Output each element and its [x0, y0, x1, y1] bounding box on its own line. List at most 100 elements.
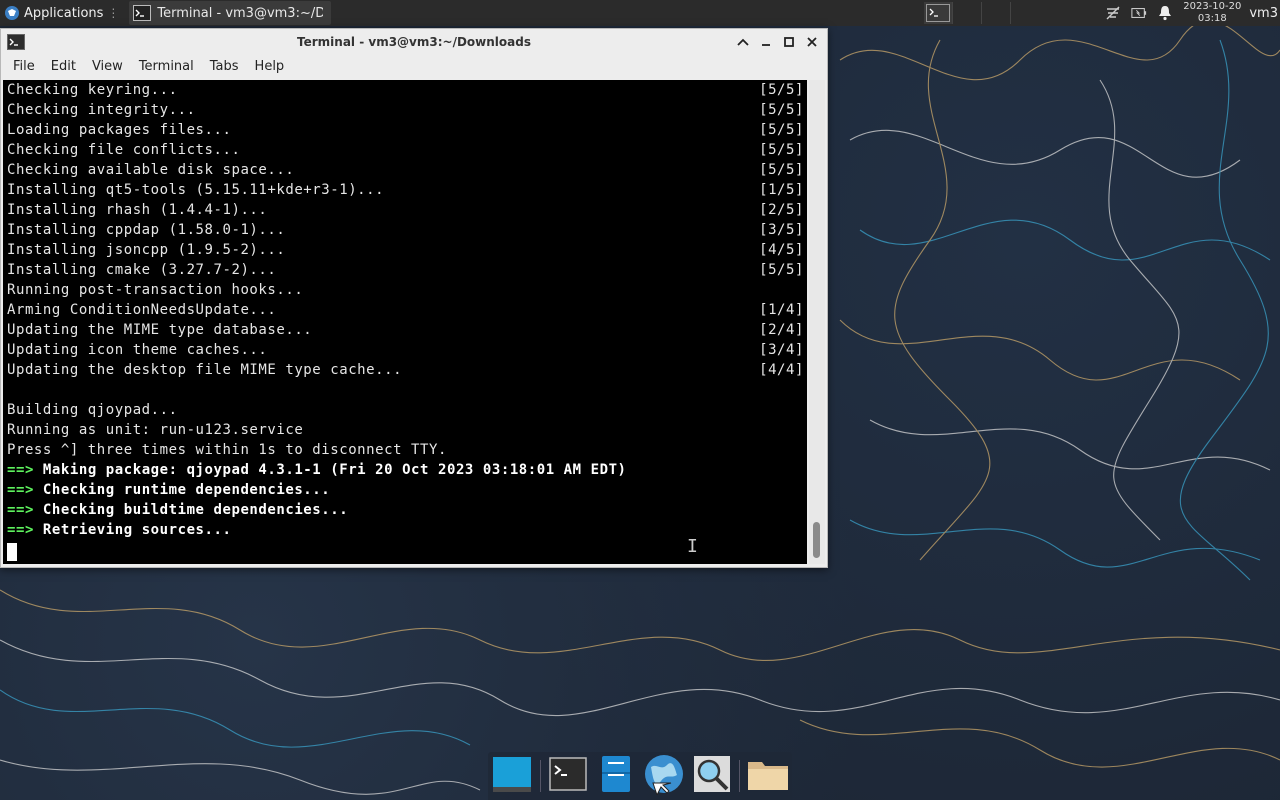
- terminal-build-step-text: Retrieving sources...: [42, 522, 232, 538]
- terminal-line: Updating icon theme caches... [3/4]: [3, 340, 807, 360]
- workspace-3[interactable]: [981, 2, 1010, 24]
- file-manager-icon: [600, 755, 632, 797]
- workspace-switcher[interactable]: [924, 0, 1039, 26]
- terminal-line: Updating the MIME type database... [2/4]: [3, 320, 807, 340]
- terminal-line: Running as unit: run-u123.service: [3, 420, 807, 440]
- terminal-arrow-marker: ==>: [7, 502, 34, 518]
- terminal-line: Installing rhash (1.4.4-1)... [2/5]: [3, 200, 807, 220]
- desktop-icon: [492, 755, 532, 797]
- terminal-scrollbar[interactable]: [809, 80, 825, 564]
- dock-search[interactable]: [692, 756, 732, 796]
- dock-separator: [539, 760, 541, 792]
- workspace-1[interactable]: [924, 2, 952, 24]
- terminal-line-text: Loading packages files...: [7, 122, 232, 138]
- terminal-line-text: Checking keyring...: [7, 82, 178, 98]
- search-icon: [693, 755, 731, 797]
- terminal-line: Installing qt5-tools (5.15.11+kde+r3-1).…: [3, 180, 807, 200]
- menubar: File Edit View Terminal Tabs Help: [1, 55, 827, 79]
- terminal-line: Checking available disk space... [5/5]: [3, 160, 807, 180]
- window-titlebar[interactable]: Terminal - vm3@vm3:~/Downloads: [1, 29, 827, 55]
- terminal-line-progress: [5/5]: [759, 262, 804, 278]
- terminal-build-step-line: ==> Making package: qjoypad 4.3.1-1 (Fri…: [3, 460, 807, 480]
- terminal-line-progress: [1/5]: [759, 182, 804, 198]
- menu-terminal[interactable]: Terminal: [131, 55, 202, 79]
- applications-label: Applications: [24, 5, 104, 21]
- network-disconnected-icon[interactable]: [1105, 5, 1121, 21]
- dock-file-manager[interactable]: [596, 756, 636, 796]
- notification-bell-icon[interactable]: [1157, 5, 1173, 21]
- dock-web-browser[interactable]: [644, 755, 684, 797]
- terminal-line-text: Installing jsoncpp (1.9.5-2)...: [7, 242, 286, 258]
- terminal-line-text: Installing qt5-tools (5.15.11+kde+r3-1).…: [7, 182, 385, 198]
- terminal-line-text: Installing cmake (3.27.7-2)...: [7, 262, 277, 278]
- terminal-output[interactable]: Checking keyring... [5/5] Checking integri…: [3, 80, 807, 564]
- terminal-arrow-marker: ==>: [7, 482, 34, 498]
- terminal-line-text: Building qjoypad...: [7, 402, 178, 418]
- scrollbar-thumb[interactable]: [813, 522, 820, 558]
- terminal-line-text: Checking integrity...: [7, 102, 196, 118]
- battery-icon[interactable]: [1131, 5, 1147, 21]
- terminal-line-progress: [5/5]: [759, 122, 804, 138]
- dock: [488, 752, 792, 800]
- maximize-button[interactable]: [780, 33, 798, 51]
- terminal-line-progress: [3/5]: [759, 222, 804, 238]
- window-title: Terminal - vm3@vm3:~/Downloads: [297, 35, 531, 49]
- terminal-line-text: Arming ConditionNeedsUpdate...: [7, 302, 277, 318]
- taskbar-terminal-task[interactable]: Terminal - vm3@vm3:~/D...: [129, 1, 332, 25]
- terminal-line-progress: [5/5]: [759, 82, 804, 98]
- terminal-line: Installing jsoncpp (1.9.5-2)... [4/5]: [3, 240, 807, 260]
- terminal-line-text: Updating the desktop file MIME type cach…: [7, 362, 403, 378]
- terminal-build-step-line: ==> Checking buildtime dependencies...: [3, 500, 807, 520]
- terminal-line-progress: [2/4]: [759, 322, 804, 338]
- dock-show-desktop[interactable]: [492, 756, 532, 796]
- menu-tabs[interactable]: Tabs: [202, 55, 247, 79]
- terminal-line: Checking integrity... [5/5]: [3, 100, 807, 120]
- terminal-line: Loading packages files... [5/5]: [3, 120, 807, 140]
- terminal-build-step-text: Making package: qjoypad 4.3.1-1 (Fri 20 …: [42, 462, 627, 478]
- terminal-line-text: Running post-transaction hooks...: [7, 282, 304, 298]
- terminal-line-progress: [4/5]: [759, 242, 804, 258]
- terminal-line-progress: [3/4]: [759, 342, 804, 358]
- terminal-line-text: Updating icon theme caches...: [7, 342, 268, 358]
- terminal-window: Terminal - vm3@vm3:~/Downloads File Edit…: [0, 28, 828, 568]
- dock-home-folder[interactable]: [747, 756, 789, 796]
- terminal-line-text: Installing cppdap (1.58.0-1)...: [7, 222, 286, 238]
- terminal-line: Running post-transaction hooks...: [3, 280, 807, 300]
- panel-tray-area: 2023-10-20 03:18 vm3: [1105, 0, 1280, 26]
- folder-icon: [747, 757, 789, 795]
- clock[interactable]: 2023-10-20 03:18: [1183, 1, 1241, 25]
- minimize-button[interactable]: [757, 33, 775, 51]
- terminal-line: Updating the desktop file MIME type cach…: [3, 360, 807, 380]
- terminal-cursor: [7, 543, 17, 561]
- menu-help[interactable]: Help: [247, 55, 293, 79]
- terminal-build-step-text: Checking runtime dependencies...: [42, 482, 331, 498]
- user-menu[interactable]: vm3: [1249, 6, 1278, 21]
- terminal-line-progress: [5/5]: [759, 162, 804, 178]
- terminal-line-progress: [5/5]: [759, 142, 804, 158]
- menu-file[interactable]: File: [5, 55, 43, 79]
- terminal-line: Checking keyring... [5/5]: [3, 80, 807, 100]
- menu-view[interactable]: View: [84, 55, 131, 79]
- terminal-line-progress: [5/5]: [759, 102, 804, 118]
- shade-button[interactable]: [734, 33, 752, 51]
- close-button[interactable]: [803, 33, 821, 51]
- terminal-line-text: Running as unit: run-u123.service: [7, 422, 304, 438]
- terminal-line: Arming ConditionNeedsUpdate... [1/4]: [3, 300, 807, 320]
- terminal-line-text: Updating the MIME type database...: [7, 322, 313, 338]
- taskbar-task-label: Terminal - vm3@vm3:~/D...: [157, 5, 324, 21]
- terminal-line-progress: [1/4]: [759, 302, 804, 318]
- workspace-2[interactable]: [952, 2, 981, 24]
- terminal-build-step-text: Checking buildtime dependencies...: [42, 502, 349, 518]
- terminal-line: Installing cppdap (1.58.0-1)... [3/5]: [3, 220, 807, 240]
- xfce-logo-icon: [4, 5, 20, 21]
- clock-date: 2023-10-20: [1183, 1, 1242, 12]
- terminal-icon: [133, 5, 152, 21]
- dock-terminal[interactable]: [548, 756, 588, 796]
- terminal-arrow-marker: ==>: [7, 522, 34, 538]
- panel-separator-icon: ⋮: [107, 6, 120, 20]
- applications-menu-button[interactable]: Applications ⋮: [0, 0, 123, 26]
- menu-edit[interactable]: Edit: [43, 55, 84, 79]
- terminal-arrow-marker: ==>: [7, 462, 34, 478]
- workspace-4[interactable]: [1010, 2, 1039, 24]
